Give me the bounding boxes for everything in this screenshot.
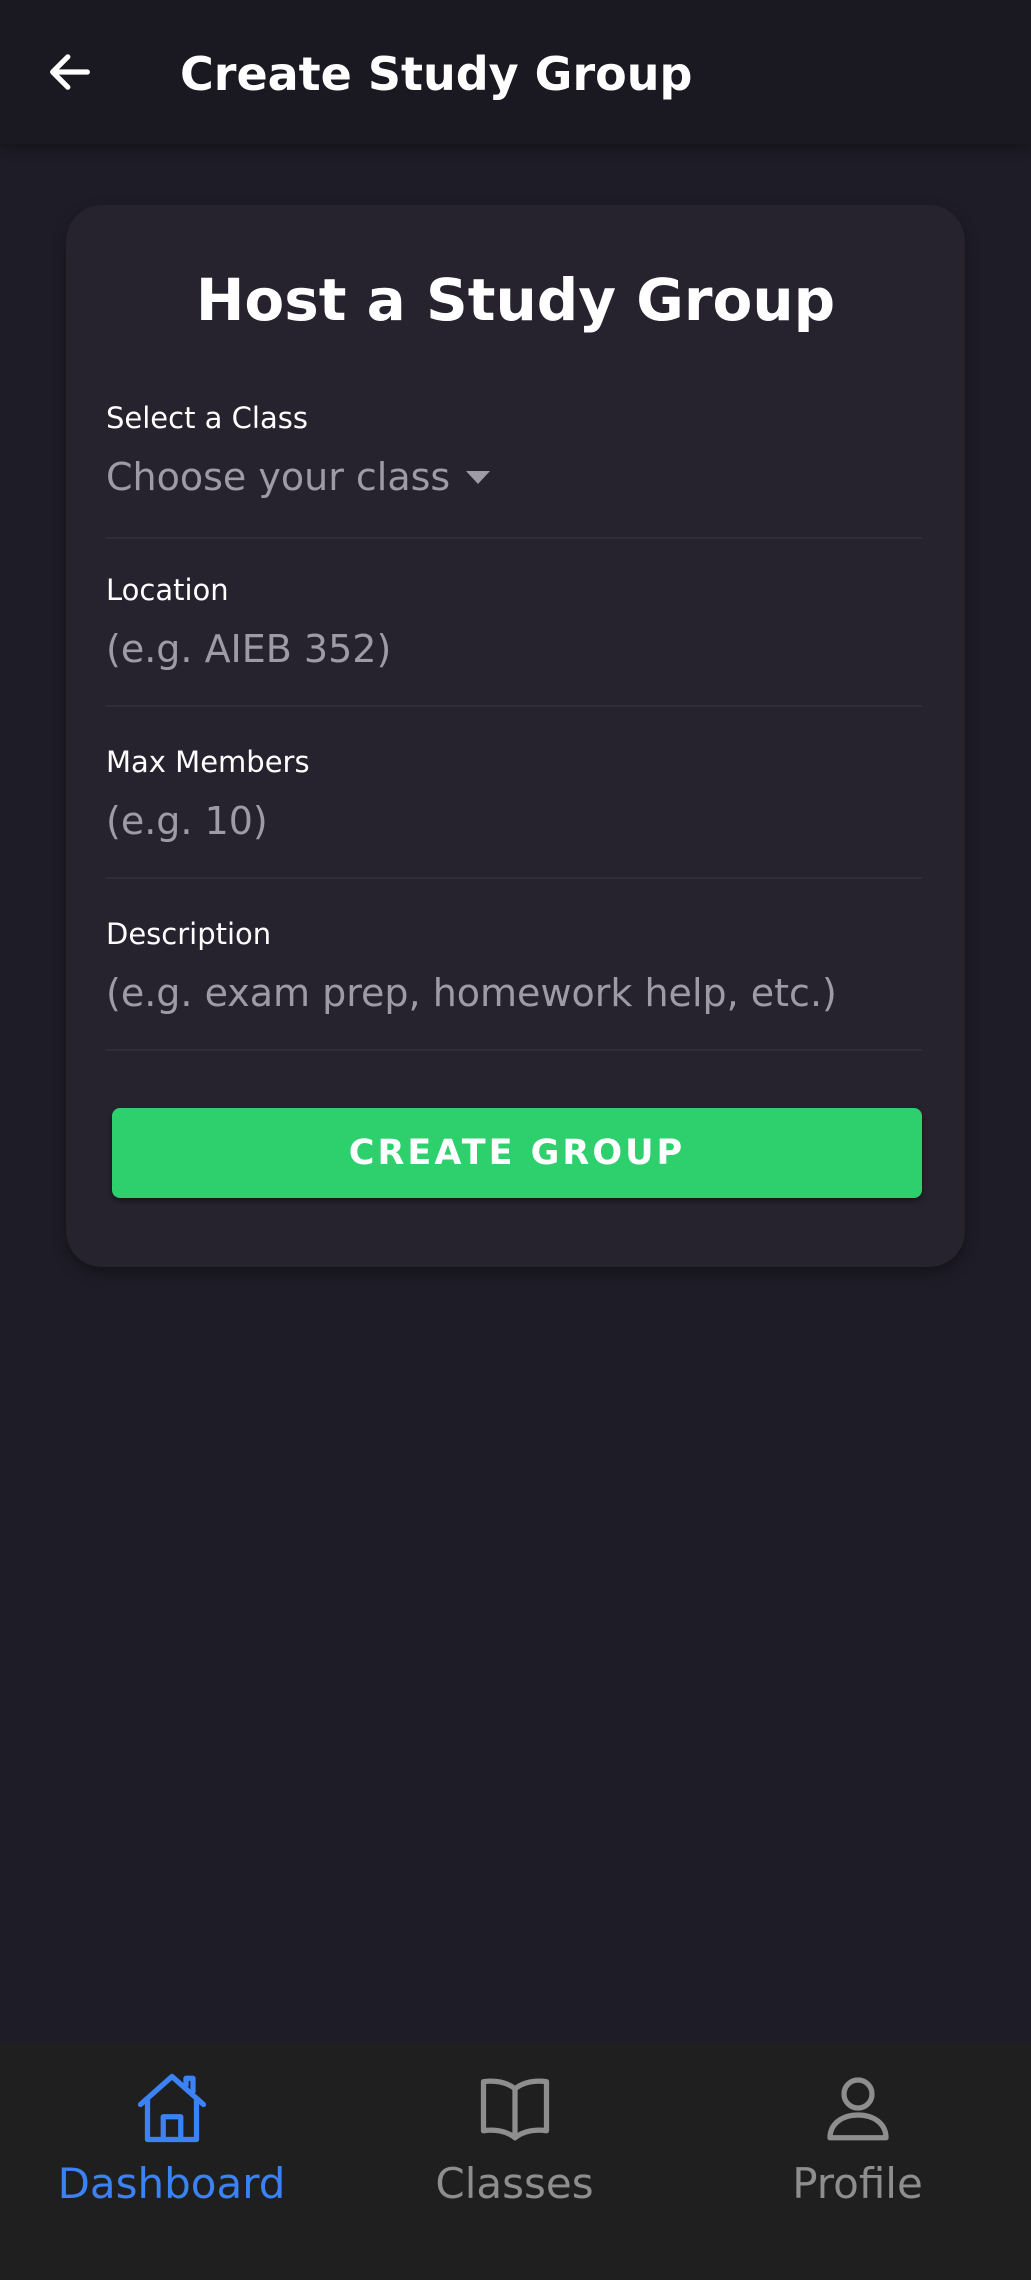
max-members-input-wrapper — [106, 792, 922, 850]
max-members-field-divider — [106, 877, 922, 879]
nav-label-classes: Classes — [435, 2159, 594, 2208]
description-input-wrapper — [106, 964, 922, 1022]
nav-item-profile[interactable]: Profile — [686, 2044, 1029, 2280]
home-icon — [130, 2066, 214, 2150]
bottom-nav: Dashboard Classes Profile — [0, 2044, 1031, 2280]
description-input[interactable] — [106, 971, 922, 1015]
nav-item-classes[interactable]: Classes — [343, 2044, 686, 2280]
location-input[interactable] — [106, 627, 922, 671]
description-field-divider — [106, 1049, 922, 1051]
max-members-field: Max Members — [106, 742, 922, 850]
back-button[interactable] — [28, 30, 112, 114]
location-field-label: Location — [106, 573, 229, 607]
book-icon — [473, 2066, 557, 2150]
location-field: Location — [106, 570, 922, 678]
create-group-button[interactable]: CREATE GROUP — [112, 1108, 922, 1198]
nav-item-dashboard[interactable]: Dashboard — [0, 2044, 343, 2280]
location-field-divider — [106, 705, 922, 707]
location-input-wrapper — [106, 620, 922, 678]
app-root: Create Study Group Host a Study Group Se… — [0, 0, 1031, 2280]
app-header: Create Study Group — [0, 0, 1031, 144]
max-members-input[interactable] — [106, 799, 922, 843]
user-icon — [816, 2066, 900, 2150]
description-field: Description — [106, 914, 922, 1022]
class-select-placeholder: Choose your class — [106, 455, 451, 499]
arrow-left-icon — [50, 54, 90, 90]
caret-down-icon — [466, 470, 491, 484]
class-field-divider — [106, 537, 922, 539]
class-select[interactable]: Choose your class — [106, 448, 922, 506]
nav-label-profile: Profile — [792, 2159, 923, 2208]
class-field: Select a Class Choose your class — [106, 398, 922, 506]
class-field-label: Select a Class — [106, 401, 308, 435]
card-title: Host a Study Group — [195, 266, 836, 334]
max-members-field-label: Max Members — [106, 745, 310, 779]
nav-label-dashboard: Dashboard — [57, 2159, 286, 2208]
description-field-label: Description — [106, 917, 272, 951]
page-title: Create Study Group — [180, 47, 693, 101]
